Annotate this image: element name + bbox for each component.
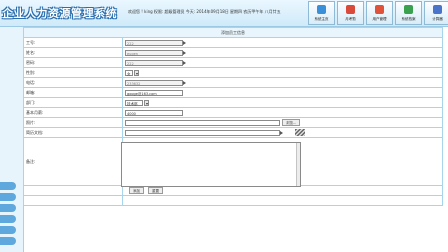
footer-cell <box>23 195 123 206</box>
users-icon <box>375 5 384 14</box>
sidebar-tab[interactable] <box>0 182 16 190</box>
sidebar-tab[interactable] <box>0 237 16 245</box>
email-label: 邮箱: <box>23 87 123 98</box>
scrollbar[interactable] <box>296 143 300 186</box>
attendance-button-label: 月考勤 <box>345 17 356 21</box>
main-content: 添加员工信息 工号: 222 姓名: eugen 密码: 222 性别: 女 电… <box>23 27 448 252</box>
chevron-down-icon[interactable] <box>133 69 139 76</box>
required-marker-icon <box>183 40 186 45</box>
reset-button[interactable]: 重置 <box>148 187 163 194</box>
resume-file-input[interactable] <box>125 129 280 136</box>
actions-label-cell <box>23 185 123 196</box>
attendance-button[interactable]: 月考勤 <box>337 1 364 25</box>
home-button[interactable]: 系统主页 <box>308 1 335 25</box>
photo-label: 照片: <box>23 117 123 128</box>
sidebar-tab[interactable] <box>0 204 16 212</box>
photo-file-input[interactable] <box>125 119 280 126</box>
welcome-text: 欢迎您 ! king 权限: 超级管理员 今天: 2014年09月18日 星期四… <box>128 9 281 14</box>
photo-preview-icon <box>295 129 305 136</box>
department-label: 部门: <box>23 97 123 108</box>
system-archive-button-label: 系统档案 <box>401 17 416 21</box>
gender-label: 性别: <box>23 67 123 78</box>
sidebar-tab[interactable] <box>0 215 16 223</box>
system-archive-button[interactable]: 系统档案 <box>395 1 422 25</box>
sidebar-tab[interactable] <box>0 193 16 201</box>
required-marker-icon <box>183 60 186 65</box>
remark-textarea[interactable] <box>121 142 301 187</box>
phone-label: 电话: <box>23 77 123 88</box>
top-header: 企业人力资源管理系统 欢迎您 ! king 权限: 超级管理员 今天: 2014… <box>0 0 448 27</box>
form-caption: 添加员工信息 <box>23 27 443 38</box>
archive-icon <box>404 5 413 14</box>
salary-label: 基本月薪: <box>23 107 123 118</box>
user-management-button[interactable]: 用户管理 <box>366 1 393 25</box>
home-button-label: 系统主页 <box>314 17 329 21</box>
email-field[interactable]: googe@163.com <box>125 89 183 96</box>
gender-select[interactable]: 女 <box>125 69 133 76</box>
salary-field[interactable]: 4000 <box>125 109 183 116</box>
work-no-label: 工号: <box>23 37 123 48</box>
browse-button[interactable]: 浏览... <box>282 119 301 126</box>
chevron-down-icon[interactable] <box>144 99 149 106</box>
home-icon <box>317 5 326 14</box>
calendar-icon <box>346 5 355 14</box>
app-title: 企业人力资源管理系统 <box>2 7 117 20</box>
name-label: 姓名: <box>23 47 123 58</box>
header-toolbar: 系统主页 月考勤 用户管理 系统档案 计算器 <box>308 1 448 25</box>
calculator-button-label: 计算器 <box>432 17 443 21</box>
calculator-button[interactable]: 计算器 <box>424 1 448 25</box>
submit-button[interactable]: 添加 <box>129 187 144 194</box>
work-no-field[interactable]: 222 <box>125 39 183 46</box>
arrow-right-icon <box>280 130 283 135</box>
required-marker-icon <box>183 80 186 85</box>
calculator-icon <box>433 5 442 14</box>
footer-cell <box>122 195 443 206</box>
remark-label: 备注: <box>23 137 123 186</box>
password-field[interactable]: 222 <box>125 59 183 66</box>
resume-label: 简历文档: <box>23 127 123 138</box>
required-marker-icon <box>183 50 186 55</box>
department-select[interactable]: 技术部 <box>125 99 143 106</box>
user-management-button-label: 用户管理 <box>372 17 387 21</box>
password-label: 密码: <box>23 57 123 68</box>
name-field[interactable]: eugen <box>125 49 183 56</box>
phone-field[interactable]: 233632 <box>125 79 183 86</box>
sidebar <box>0 27 24 252</box>
sidebar-tab[interactable] <box>0 226 16 234</box>
